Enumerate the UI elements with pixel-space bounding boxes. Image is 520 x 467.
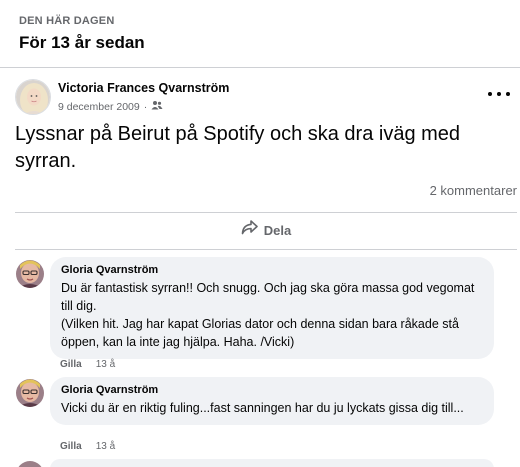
comment-author[interactable]: Gloria Qvarnström — [61, 264, 483, 276]
comment-author[interactable]: Gloria Qvarnström — [61, 384, 483, 396]
meta-separator: · — [143, 100, 148, 113]
post-author-name[interactable]: Victoria Frances Qvarnström — [58, 81, 229, 95]
share-label: Dela — [263, 222, 292, 238]
commenter-avatar[interactable] — [16, 461, 44, 467]
author-avatar[interactable] — [15, 79, 51, 115]
comment-time[interactable]: 13 å — [96, 359, 115, 370]
memory-kicker: DEN HÄR DAGEN — [19, 15, 115, 27]
comment-text: Vicki du är en riktig fuling...fast sann… — [61, 401, 464, 415]
more-options-button[interactable] — [488, 87, 510, 101]
like-comment-button[interactable]: Gilla — [60, 359, 82, 370]
share-icon — [241, 220, 258, 240]
memory-header: DEN HÄR DAGEN För 13 år sedan — [0, 0, 520, 68]
post-text: Lyssnar på Beirut på Spotify och ska dra… — [15, 123, 461, 172]
dot-icon — [497, 92, 501, 96]
post-meta: 9 december 2009 · — [58, 100, 163, 113]
comment-text: Du är fantastisk syrran!! Och snugg. Och… — [61, 281, 475, 349]
post-date[interactable]: 9 december 2009 — [58, 101, 140, 113]
commenter-avatar[interactable] — [16, 260, 44, 288]
comment-actions: Gilla 13 å — [60, 359, 115, 370]
share-button[interactable]: Dela — [15, 212, 517, 248]
like-comment-button[interactable]: Gilla — [60, 441, 82, 452]
divider — [15, 249, 517, 250]
comment-time[interactable]: 13 å — [96, 441, 115, 452]
comment-bubble: Gloria Qvarnström Vicki du är en riktig … — [50, 377, 494, 425]
dot-icon — [506, 92, 510, 96]
comment-count-link[interactable]: 2 kommentarer — [430, 183, 517, 198]
dot-icon — [488, 92, 492, 96]
comment-bubble — [50, 459, 494, 467]
comment-actions: Gilla 13 å — [60, 441, 115, 452]
friends-icon[interactable] — [151, 100, 163, 113]
post-card: Victoria Frances Qvarnström 9 december 2… — [0, 69, 520, 467]
memory-years-ago: För 13 år sedan — [19, 33, 145, 52]
commenter-avatar[interactable] — [16, 379, 44, 407]
comment-bubble: Gloria Qvarnström Du är fantastisk syrra… — [50, 257, 494, 359]
